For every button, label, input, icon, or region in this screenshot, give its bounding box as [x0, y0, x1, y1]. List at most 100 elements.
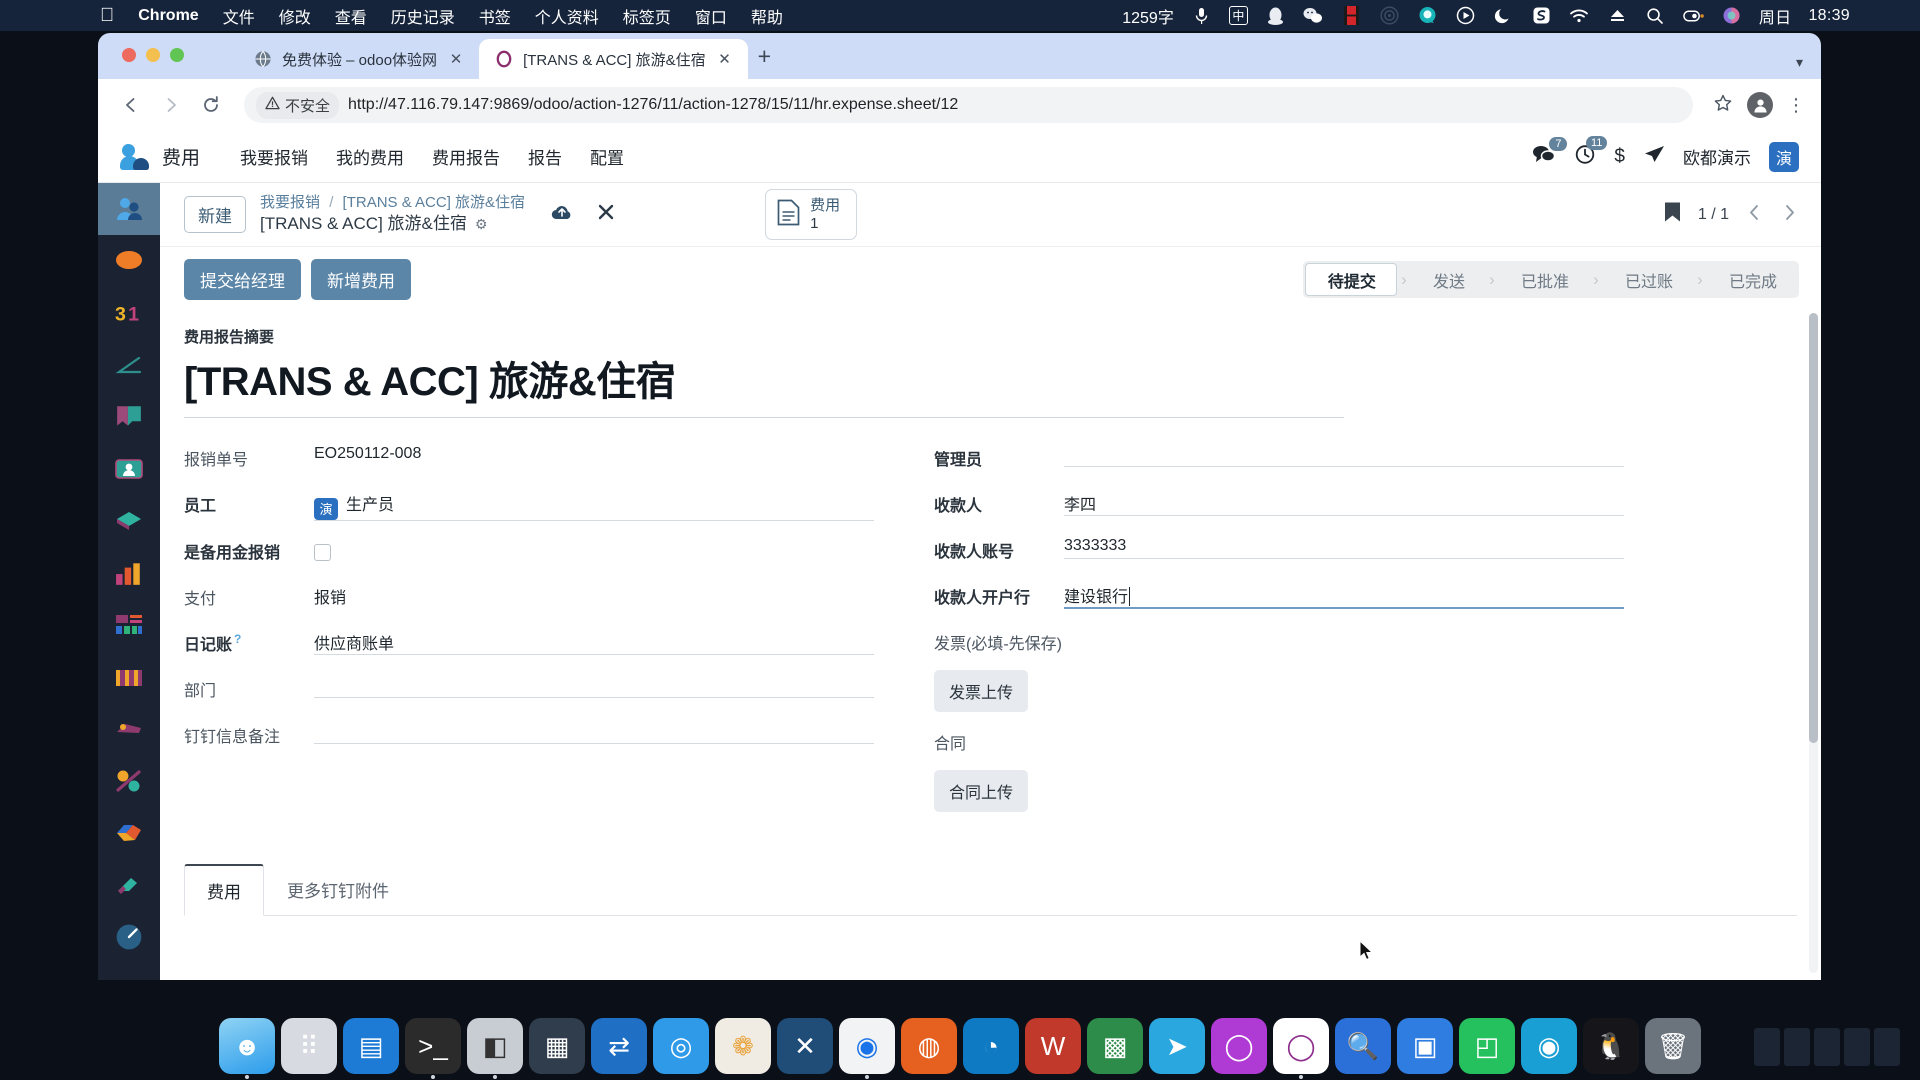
profile-avatar-icon[interactable]	[1747, 92, 1773, 118]
activities-clock-icon[interactable]: 11	[1574, 135, 1608, 171]
payee-input[interactable]: 李四	[1064, 486, 1624, 516]
invoice-upload-button[interactable]: 发票上传	[934, 670, 1029, 712]
breadcrumb-current-link[interactable]: [TRANS & ACC] 旅游&住宿	[343, 194, 526, 211]
close-tab-2-icon[interactable]: ✕	[716, 50, 734, 68]
close-window-button[interactable]	[122, 48, 136, 62]
value-manager[interactable]	[1064, 440, 1624, 467]
finder-icon[interactable]: ☻	[219, 1018, 275, 1074]
search-app-icon[interactable]: 🔍	[1335, 1018, 1391, 1074]
sidebar-item-contacts[interactable]	[98, 443, 160, 495]
sidebar-item-knowledge[interactable]	[98, 391, 160, 443]
status-stage-approved[interactable]: 已批准	[1499, 263, 1589, 296]
control-center-icon[interactable]	[1683, 5, 1704, 26]
browser-tab-1[interactable]: 免费体验 – odoo体验网 ✕	[238, 39, 479, 79]
siri-icon[interactable]	[1721, 5, 1742, 26]
nav-item-my-expenses[interactable]: 我的费用	[322, 138, 418, 175]
scrollbar-thumb[interactable]	[1809, 313, 1818, 743]
wps-office-icon[interactable]: ▩	[1087, 1018, 1143, 1074]
sidebar-item-maintenance[interactable]	[98, 859, 160, 911]
status-stage-posted[interactable]: 已过账	[1603, 263, 1693, 296]
screenshot-icon[interactable]: ◧	[467, 1018, 523, 1074]
menubar-clock[interactable]: 18:39	[1808, 7, 1850, 25]
menubar-item-window[interactable]: 窗口	[695, 4, 727, 28]
star-icon[interactable]	[1713, 93, 1733, 118]
sidebar-item-manufacturing[interactable]	[98, 755, 160, 807]
dock-strip-item[interactable]	[1754, 1028, 1780, 1066]
nav-item-reporting[interactable]: 报告	[514, 138, 576, 175]
trash-icon[interactable]: 🗑	[1645, 1018, 1701, 1074]
chevron-left-icon[interactable]	[1745, 203, 1764, 227]
launchpad-icon[interactable]: ⠿	[281, 1018, 337, 1074]
menubar-item-profile[interactable]: 个人资料	[535, 4, 599, 28]
nav-item-my-reimbursement[interactable]: 我要报销	[226, 138, 322, 175]
sidebar-item-measure[interactable]	[98, 339, 160, 391]
maximize-window-button[interactable]	[170, 48, 184, 62]
dock-strip-item[interactable]	[1844, 1028, 1870, 1066]
messages-icon[interactable]: 7	[1532, 136, 1568, 170]
photos-icon[interactable]: ❁	[715, 1018, 771, 1074]
dock-strip-item[interactable]	[1874, 1028, 1900, 1066]
minimize-window-button[interactable]	[146, 48, 160, 62]
dock-strip-item[interactable]	[1784, 1028, 1810, 1066]
reload-button[interactable]	[194, 88, 228, 122]
dock-strip-item[interactable]	[1814, 1028, 1840, 1066]
cloud-save-icon[interactable]	[551, 203, 573, 226]
contract-upload-button[interactable]: 合同上传	[934, 770, 1029, 812]
sidebar-item-crm[interactable]	[98, 495, 160, 547]
address-bar[interactable]: 不安全 http://47.116.79.147:9869/odoo/actio…	[244, 87, 1693, 123]
apple-logo-icon[interactable]: 	[100, 6, 114, 25]
wechat-icon[interactable]	[1303, 5, 1324, 26]
menubar-item-tabs[interactable]: 标签页	[623, 4, 671, 28]
help-question-icon[interactable]: ?	[234, 632, 241, 646]
url-text[interactable]: http://47.116.79.147:9869/odoo/action-12…	[348, 96, 958, 114]
value-journal[interactable]: 供应商账单	[314, 625, 874, 655]
radar-icon[interactable]	[1379, 5, 1400, 26]
magnifier-icon[interactable]: ◉	[1521, 1018, 1577, 1074]
menubar-app-name[interactable]: Chrome	[138, 7, 198, 25]
vscode-icon[interactable]: ✕	[777, 1018, 833, 1074]
value-department[interactable]	[314, 671, 874, 698]
edge-icon[interactable]: ◔	[963, 1018, 1019, 1074]
new-tab-button[interactable]: +	[758, 43, 771, 70]
menubar-item-edit[interactable]: 修改	[279, 4, 311, 28]
sidebar-item-fleet[interactable]	[98, 703, 160, 755]
circle-app-icon[interactable]: ◯	[1211, 1018, 1267, 1074]
sogou-icon[interactable]	[1531, 5, 1552, 26]
nav-item-expense-reports[interactable]: 费用报告	[418, 138, 514, 175]
sidebar-item-expenses[interactable]	[98, 183, 160, 235]
tab-more-dingtalk-attachments[interactable]: 更多钉钉附件	[264, 864, 412, 915]
microphone-icon[interactable]	[1191, 5, 1212, 26]
video-icon[interactable]	[1341, 5, 1362, 26]
forward-button[interactable]	[154, 88, 188, 122]
close-tab-1-icon[interactable]: ✕	[447, 50, 465, 68]
menubar-item-file[interactable]: 文件	[223, 4, 255, 28]
tab-expenses[interactable]: 费用	[184, 864, 264, 916]
spotlight-search-icon[interactable]	[1645, 5, 1666, 26]
gear-icon[interactable]: ⚙	[475, 215, 488, 234]
value-employee[interactable]: 演生产员	[314, 486, 874, 521]
value-dingtalk-note[interactable]	[314, 717, 874, 744]
sidebar-item-discuss[interactable]	[98, 235, 160, 287]
sidebar-item-inventory[interactable]	[98, 807, 160, 859]
moon-icon[interactable]	[1493, 5, 1514, 26]
wechat-work-icon[interactable]: ▣	[1397, 1018, 1453, 1074]
odoo-icon[interactable]: ◯	[1273, 1018, 1329, 1074]
terminal-icon[interactable]: >_	[405, 1018, 461, 1074]
three-dot-menu-icon[interactable]: ⋮	[1787, 95, 1805, 116]
menubar-day[interactable]: 周日	[1759, 4, 1792, 28]
vertical-scrollbar[interactable]	[1809, 313, 1818, 973]
paper-plane-icon[interactable]	[1643, 144, 1665, 170]
wifi-icon[interactable]	[1569, 5, 1590, 26]
eject-icon[interactable]	[1607, 5, 1628, 26]
telegram-icon[interactable]: ➤	[1149, 1018, 1205, 1074]
sidebar-item-dashboard[interactable]	[98, 599, 160, 651]
safari-icon[interactable]: ◎	[653, 1018, 709, 1074]
status-stage-to-submit[interactable]: 待提交	[1304, 263, 1397, 296]
expenses-stat-button[interactable]: 费用 1	[765, 189, 858, 240]
user-menu-name[interactable]: 欧都演示	[1683, 144, 1751, 169]
security-status-chip[interactable]: 不安全	[256, 91, 340, 119]
sidebar-item-pos[interactable]	[98, 651, 160, 703]
nav-item-configuration[interactable]: 配置	[576, 138, 638, 175]
app-store-icon[interactable]: ▤	[343, 1018, 399, 1074]
breadcrumb-parent-link[interactable]: 我要报销	[260, 194, 320, 211]
